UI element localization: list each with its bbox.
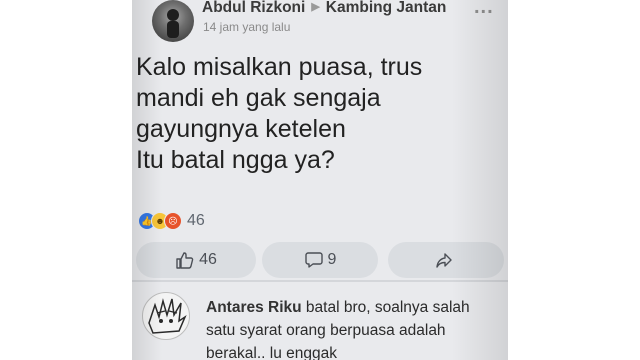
angry-icon: ☹	[164, 212, 182, 230]
like-count: 46	[199, 251, 217, 268]
action-bar: 46 9	[136, 242, 504, 278]
post-text: Kalo misalkan puasa, trus mandi eh gak s…	[136, 52, 496, 176]
author-name[interactable]: Abdul Rizkoni	[202, 0, 305, 16]
comment-icon	[304, 252, 323, 268]
comment-count: 9	[327, 251, 337, 268]
post-text-line: gayungnya ketelen	[136, 115, 346, 143]
post-timestamp[interactable]: 14 jam yang lalu	[203, 20, 290, 34]
reaction-count: 46	[187, 212, 205, 229]
post-text-line: Itu batal ngga ya?	[136, 146, 335, 174]
author-avatar[interactable]	[152, 0, 194, 42]
like-button[interactable]: 46	[136, 242, 256, 278]
share-button[interactable]	[388, 242, 504, 278]
author-header: Abdul Rizkoni ▶ Kambing Jantan	[202, 0, 446, 17]
divider	[132, 280, 508, 282]
comment-line-first: Antares Riku batal bro, soalnya salah	[206, 296, 506, 319]
thumbs-up-icon	[176, 252, 194, 269]
commenter-avatar[interactable]	[142, 292, 190, 340]
reaction-summary[interactable]: 👍 ☻ ☹ 46	[138, 210, 205, 232]
share-arrow-icon	[436, 253, 452, 268]
group-name[interactable]: Kambing Jantan	[326, 0, 447, 16]
post-text-line: mandi eh gak sengaja	[136, 84, 381, 112]
arrow-right-icon: ▶	[311, 1, 320, 13]
comment-author[interactable]: Antares Riku	[206, 299, 302, 316]
more-options-icon[interactable]: ...	[474, 0, 494, 19]
comment-line: satu syarat orang berpuasa adalah	[206, 322, 446, 339]
comment-line: berakal.. lu enggak	[206, 345, 337, 360]
comment-body: Antares Riku batal bro, soalnya salah sa…	[206, 296, 506, 360]
comment-button[interactable]: 9	[262, 242, 378, 278]
facebook-post: Abdul Rizkoni ▶ Kambing Jantan ... 14 jam …	[132, 0, 508, 360]
comment-text-part: batal bro, soalnya salah	[301, 299, 470, 316]
post-text-line: Kalo misalkan puasa, trus	[136, 53, 423, 81]
